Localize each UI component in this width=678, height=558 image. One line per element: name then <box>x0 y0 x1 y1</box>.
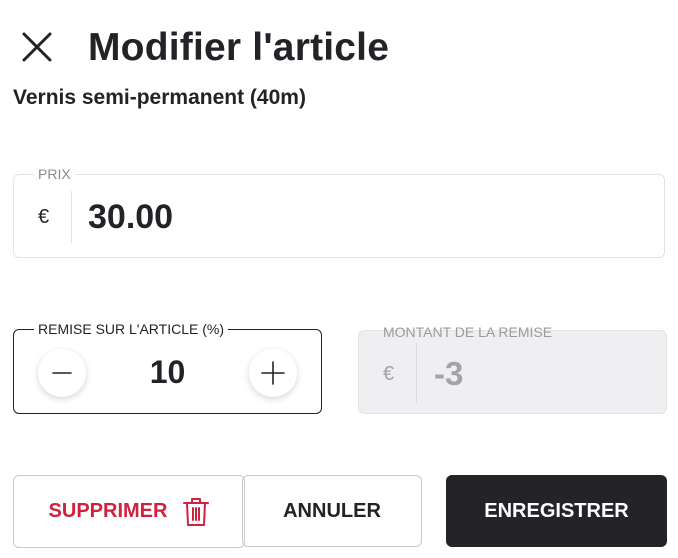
trash-icon <box>183 497 210 526</box>
discount-stepper: REMISE SUR L'ARTICLE (%) 10 <box>13 321 322 414</box>
page-title: Modifier l'article <box>88 26 390 69</box>
discount-label: REMISE SUR L'ARTICLE (%) <box>34 321 229 337</box>
price-divider <box>71 191 72 243</box>
price-input[interactable] <box>88 193 628 241</box>
decrement-button[interactable] <box>38 349 86 397</box>
discount-amount-currency: € <box>383 363 395 385</box>
discount-value[interactable]: 10 <box>114 354 221 391</box>
close-icon <box>22 32 52 62</box>
delete-label: SUPPRIMER <box>48 500 168 522</box>
price-label: PRIX <box>34 166 75 182</box>
discount-amount-divider <box>416 343 417 403</box>
cancel-button[interactable]: ANNULER <box>242 475 422 547</box>
price-field: PRIX € <box>13 166 665 258</box>
plus-icon <box>261 361 285 385</box>
discount-amount-value: -3 <box>434 355 464 392</box>
discount-amount-label: MONTANT DE LA REMISE <box>383 324 553 340</box>
minus-icon <box>52 372 72 374</box>
price-currency: € <box>38 206 50 228</box>
item-name: Vernis semi-permanent (40m) <box>13 86 306 109</box>
save-button[interactable]: ENREGISTRER <box>446 475 667 547</box>
close-button[interactable] <box>16 26 58 68</box>
delete-button[interactable]: SUPPRIMER <box>13 475 245 548</box>
discount-amount-field: MONTANT DE LA REMISE € -3 <box>358 324 667 414</box>
increment-button[interactable] <box>249 349 297 397</box>
